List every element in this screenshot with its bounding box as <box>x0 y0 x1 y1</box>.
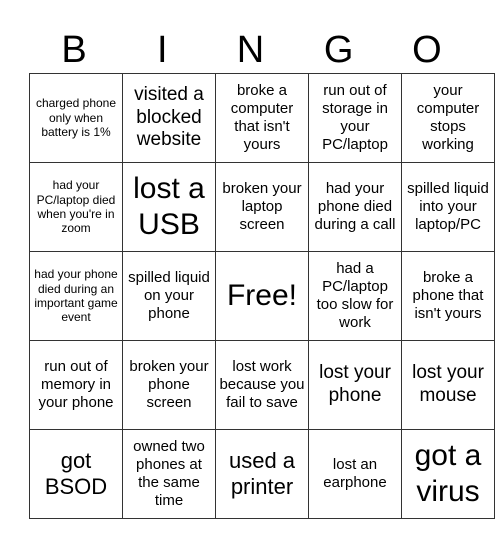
bingo-cell[interactable]: had your phone died during a call <box>308 162 402 252</box>
bingo-cell[interactable]: lost a USB <box>122 162 216 252</box>
bingo-cell[interactable]: had your PC/laptop died when you're in z… <box>29 162 123 252</box>
free-space-cell[interactable]: Free! <box>215 251 309 341</box>
grid-row: charged phone only when battery is 1% vis… <box>29 73 495 163</box>
bingo-cell[interactable]: spilled liquid on your phone <box>122 251 216 341</box>
bingo-cell[interactable]: lost your phone <box>308 340 402 430</box>
bingo-cell[interactable]: run out of memory in your phone <box>29 340 123 430</box>
bingo-cell[interactable]: spilled liquid into your laptop/PC <box>401 162 495 252</box>
bingo-cell[interactable]: broke a phone that isn't yours <box>401 251 495 341</box>
bingo-cell[interactable]: lost work because you fail to save <box>215 340 309 430</box>
header-letter-g: G <box>323 29 354 71</box>
bingo-cell[interactable]: had a PC/laptop too slow for work <box>308 251 402 341</box>
grid-row: got BSOD owned two phones at the same tim… <box>29 429 495 519</box>
bingo-grid: charged phone only when battery is 1% vis… <box>29 73 495 519</box>
bingo-cell[interactable]: got BSOD <box>29 429 123 519</box>
bingo-cell[interactable]: had your phone died during an important … <box>29 251 123 341</box>
header-letter-i: I <box>157 29 168 71</box>
bingo-cell[interactable]: got a virus <box>401 429 495 519</box>
bingo-cell[interactable]: broken your laptop screen <box>215 162 309 252</box>
bingo-cell[interactable]: used a printer <box>215 429 309 519</box>
bingo-cell[interactable]: visited a blocked website <box>122 73 216 163</box>
bingo-cell[interactable]: charged phone only when battery is 1% <box>29 73 123 163</box>
bingo-cell[interactable]: lost your mouse <box>401 340 495 430</box>
bingo-cell[interactable]: broke a computer that isn't yours <box>215 73 309 163</box>
header-letter-o: O <box>412 29 442 71</box>
header-letter-n: N <box>236 29 265 71</box>
grid-row: had your PC/laptop died when you're in z… <box>29 162 495 252</box>
grid-row: had your phone died during an important … <box>29 251 495 341</box>
bingo-cell[interactable]: owned two phones at the same time <box>122 429 216 519</box>
bingo-cell[interactable]: your computer stops working <box>401 73 495 163</box>
bingo-header: B I N G O <box>30 28 471 72</box>
header-letter-b: B <box>61 29 87 71</box>
bingo-cell[interactable]: run out of storage in your PC/laptop <box>308 73 402 163</box>
bingo-cell[interactable]: lost an earphone <box>308 429 402 519</box>
grid-row: run out of memory in your phone broken yo… <box>29 340 495 430</box>
bingo-cell[interactable]: broken your phone screen <box>122 340 216 430</box>
